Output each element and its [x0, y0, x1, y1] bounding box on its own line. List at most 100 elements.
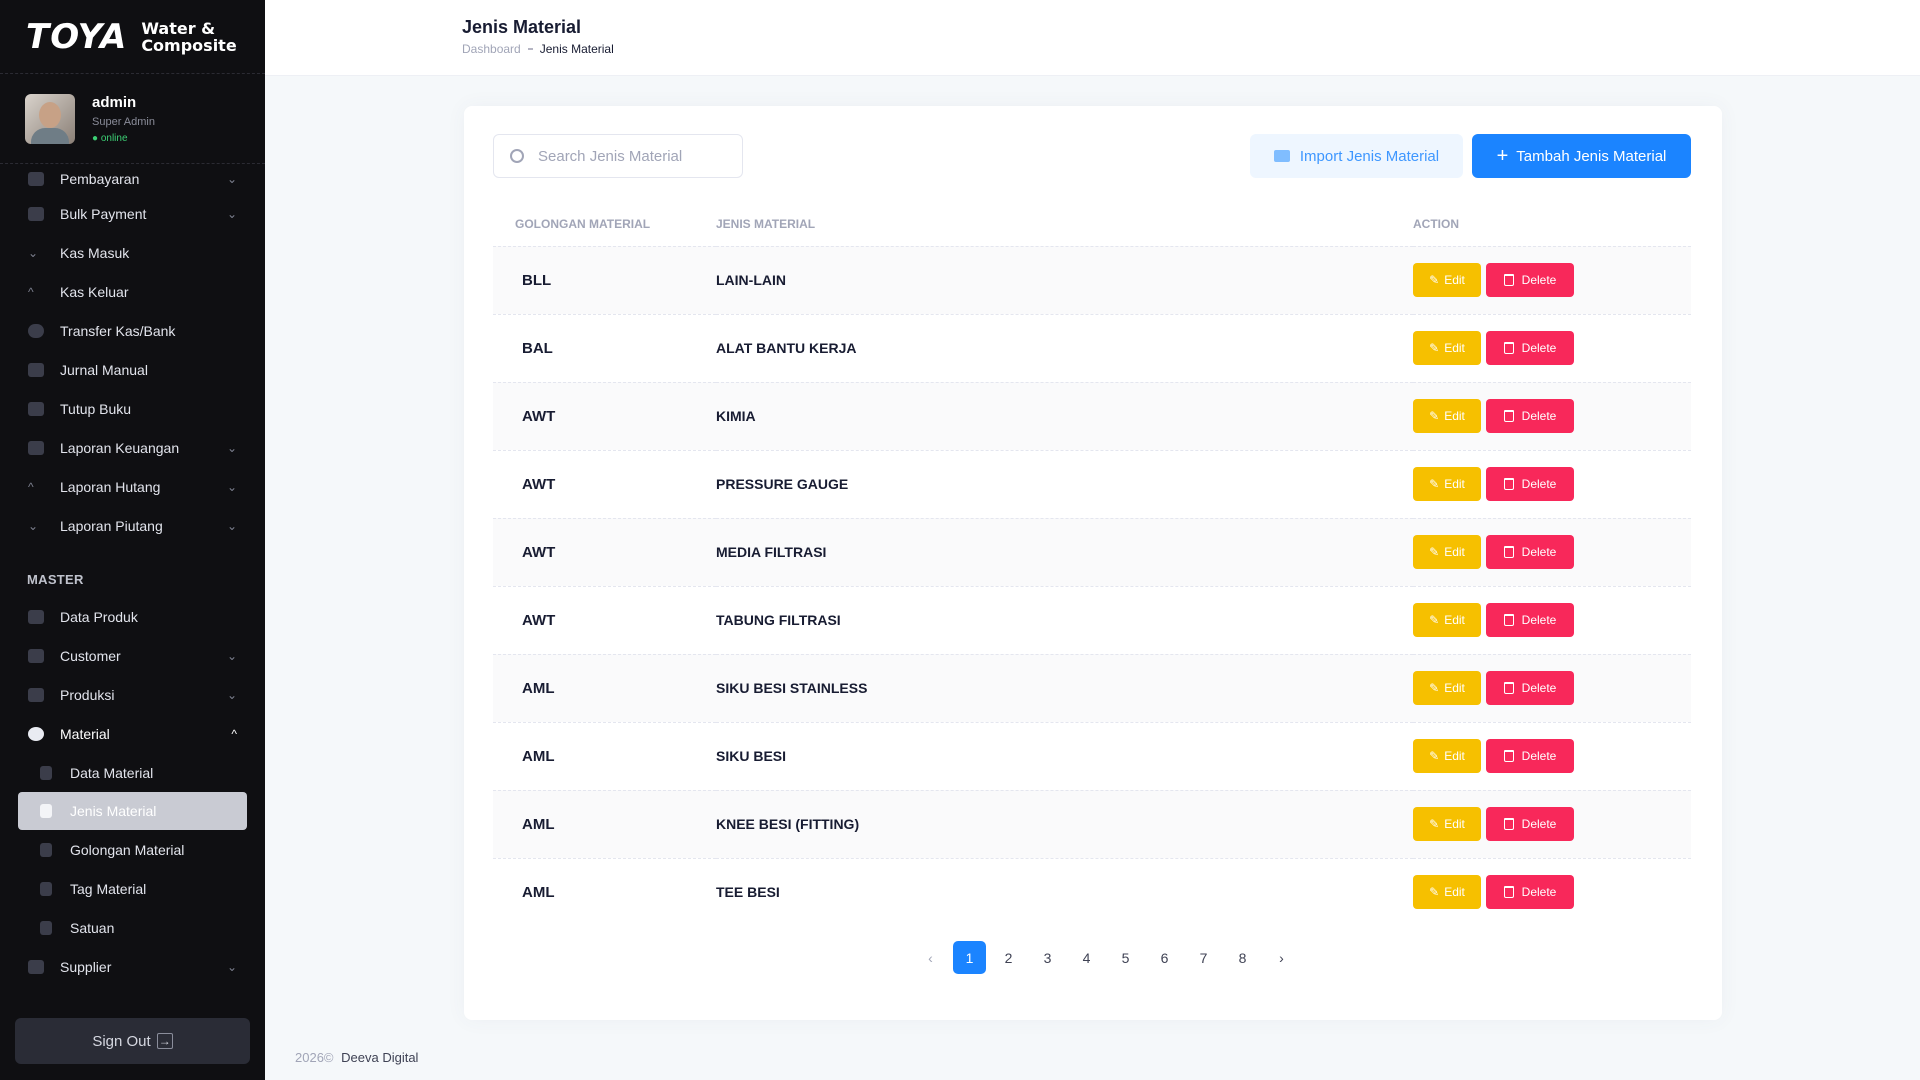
sidebar-item-tutup-buku[interactable]: Tutup Buku: [0, 389, 265, 428]
cell-action: ✎ Edit Delete: [1413, 721, 1691, 790]
cell-golongan: AML: [493, 721, 716, 790]
delete-label: Delete: [1521, 409, 1557, 423]
add-button[interactable]: + Tambah Jenis Material: [1472, 134, 1691, 178]
sidebar-item-bulk-payment[interactable]: Bulk Payment ⌄: [0, 194, 265, 233]
trash-icon: [1503, 274, 1514, 286]
edit-button[interactable]: ✎ Edit: [1413, 467, 1481, 501]
sidebar-item-kas-keluar[interactable]: ^ Kas Keluar: [0, 272, 265, 311]
delete-button[interactable]: Delete: [1486, 467, 1574, 501]
sidebar-item-label: Transfer Kas/Bank: [60, 322, 176, 339]
add-label: Tambah Jenis Material: [1516, 147, 1667, 165]
edit-button[interactable]: ✎ Edit: [1413, 671, 1481, 705]
sidebar-subitem-tag-material[interactable]: Tag Material: [0, 869, 265, 908]
edit-button[interactable]: ✎ Edit: [1413, 331, 1481, 365]
pagination-page[interactable]: 1: [953, 941, 986, 974]
chevron-down-icon: ⌄: [226, 172, 237, 186]
sidebar-subitem-jenis-material[interactable]: Jenis Material: [18, 792, 247, 830]
trash-icon: [1503, 478, 1514, 490]
sidebar-item-kas-masuk[interactable]: ⌄ Kas Masuk: [0, 233, 265, 272]
book-icon: [28, 401, 44, 416]
sidebar-item-transfer-kas-bank[interactable]: Transfer Kas/Bank: [0, 311, 265, 350]
sidebar-item-laporan-piutang[interactable]: ⌄ Laporan Piutang ⌄: [0, 506, 265, 545]
edit-button[interactable]: ✎ Edit: [1413, 739, 1481, 773]
sidebar-item-laporan-hutang[interactable]: ^ Laporan Hutang ⌄: [0, 467, 265, 506]
sidebar-item-customer[interactable]: Customer ⌄: [0, 636, 265, 675]
pencil-icon: ✎: [1429, 681, 1440, 695]
delete-button[interactable]: Delete: [1486, 671, 1574, 705]
doc-icon: [40, 765, 52, 780]
edit-button[interactable]: ✎ Edit: [1413, 875, 1481, 910]
chevron-down-icon: ⌄: [226, 479, 237, 494]
pencil-icon: ✎: [1429, 545, 1440, 559]
search-input[interactable]: [538, 147, 728, 165]
sidebar-item-material[interactable]: Material ^: [0, 714, 265, 753]
breadcrumb-dashboard[interactable]: Dashboard: [462, 42, 521, 56]
payment-icon: [28, 172, 44, 186]
import-icon: [1273, 150, 1290, 162]
page-header: Jenis Material Dashboard Jenis Material: [265, 0, 1920, 76]
brand-logo: TOYA: [26, 16, 128, 57]
pagination: ‹ 1 2 3 4 5 6 7 8 ›: [914, 941, 1304, 974]
search-box[interactable]: [493, 134, 743, 178]
trash-icon: [1503, 342, 1514, 354]
user-name: admin: [92, 93, 137, 111]
sidebar-item-label: Kas Masuk: [60, 244, 130, 261]
pagination-page[interactable]: 4: [1070, 941, 1103, 974]
delete-button[interactable]: Delete: [1486, 331, 1574, 365]
edit-button[interactable]: ✎ Edit: [1413, 263, 1481, 297]
delete-button[interactable]: Delete: [1486, 535, 1574, 569]
sidebar-item-label: Material: [60, 725, 110, 742]
pagination-page[interactable]: 2: [992, 941, 1025, 974]
sidebar-subitem-data-material[interactable]: Data Material: [0, 753, 265, 792]
delete-button[interactable]: Delete: [1486, 399, 1574, 433]
sidebar-subitem-satuan[interactable]: Satuan: [0, 908, 265, 947]
footer-company[interactable]: Deeva Digital: [341, 1050, 418, 1065]
sidebar-subitem-golongan-material[interactable]: Golongan Material: [0, 830, 265, 869]
sidebar-item-produksi[interactable]: Produksi ⌄: [0, 675, 265, 714]
cell-jenis: TABUNG FILTRASI: [716, 585, 1413, 654]
edit-button[interactable]: ✎ Edit: [1413, 535, 1481, 569]
cell-jenis: KNEE BESI (FITTING): [716, 789, 1413, 858]
cell-golongan: AWT: [493, 449, 716, 518]
row-actions: ✎ Edit Delete: [1413, 671, 1691, 705]
sidebar-item-label: Jurnal Manual: [60, 361, 148, 378]
table-row: AWT TABUNG FILTRASI ✎ Edit Delete: [493, 585, 1691, 654]
sidebar-item-jurnal-manual[interactable]: Jurnal Manual: [0, 350, 265, 389]
sidebar-item-label: Produksi: [60, 686, 115, 703]
delete-button[interactable]: Delete: [1486, 875, 1574, 910]
pagination-page[interactable]: 3: [1031, 941, 1064, 974]
delete-button[interactable]: Delete: [1486, 263, 1574, 297]
pagination-next-icon[interactable]: ›: [1265, 941, 1298, 974]
pagination-page[interactable]: 6: [1148, 941, 1181, 974]
sidebar-item-pembayaran[interactable]: Pembayaran ⌄: [0, 164, 265, 194]
pencil-icon: ✎: [1429, 273, 1440, 287]
sidebar-item-laporan-keuangan[interactable]: Laporan Keuangan ⌄: [0, 428, 265, 467]
cell-action: ✎ Edit Delete: [1413, 245, 1691, 314]
import-button[interactable]: Import Jenis Material: [1250, 134, 1463, 178]
pagination-page[interactable]: 8: [1226, 941, 1259, 974]
pagination-prev-icon[interactable]: ‹: [914, 941, 947, 974]
material-icon: [28, 726, 44, 741]
sign-out-button[interactable]: Sign Out →: [15, 1018, 250, 1064]
pagination-page[interactable]: 7: [1187, 941, 1220, 974]
delete-button[interactable]: Delete: [1486, 807, 1574, 841]
pagination-page[interactable]: 5: [1109, 941, 1142, 974]
delete-button[interactable]: Delete: [1486, 603, 1574, 637]
edit-button[interactable]: ✎ Edit: [1413, 603, 1481, 637]
sidebar-item-supplier[interactable]: Supplier ⌄: [0, 947, 265, 986]
edit-button[interactable]: ✎ Edit: [1413, 399, 1481, 433]
col-jenis[interactable]: JENIS MATERIAL: [716, 211, 1413, 246]
col-action: ACTION: [1413, 217, 1459, 231]
sidebar-item-label: Golongan Material: [70, 841, 185, 858]
edit-label: Edit: [1444, 885, 1465, 900]
cell-action: ✎ Edit Delete: [1413, 517, 1691, 586]
col-golongan[interactable]: GOLONGAN MATERIAL: [493, 211, 716, 246]
sidebar-item-data-produk[interactable]: Data Produk: [0, 597, 265, 636]
edit-label: Edit: [1444, 477, 1465, 491]
sidebar-item-label: Kas Keluar: [60, 283, 129, 300]
brand[interactable]: TOYA Water & Composite: [0, 0, 265, 74]
import-label: Import Jenis Material: [1299, 147, 1440, 165]
sidebar: TOYA Water & Composite admin Super Admin…: [0, 0, 265, 1080]
delete-button[interactable]: Delete: [1486, 739, 1574, 773]
edit-button[interactable]: ✎ Edit: [1413, 807, 1481, 841]
